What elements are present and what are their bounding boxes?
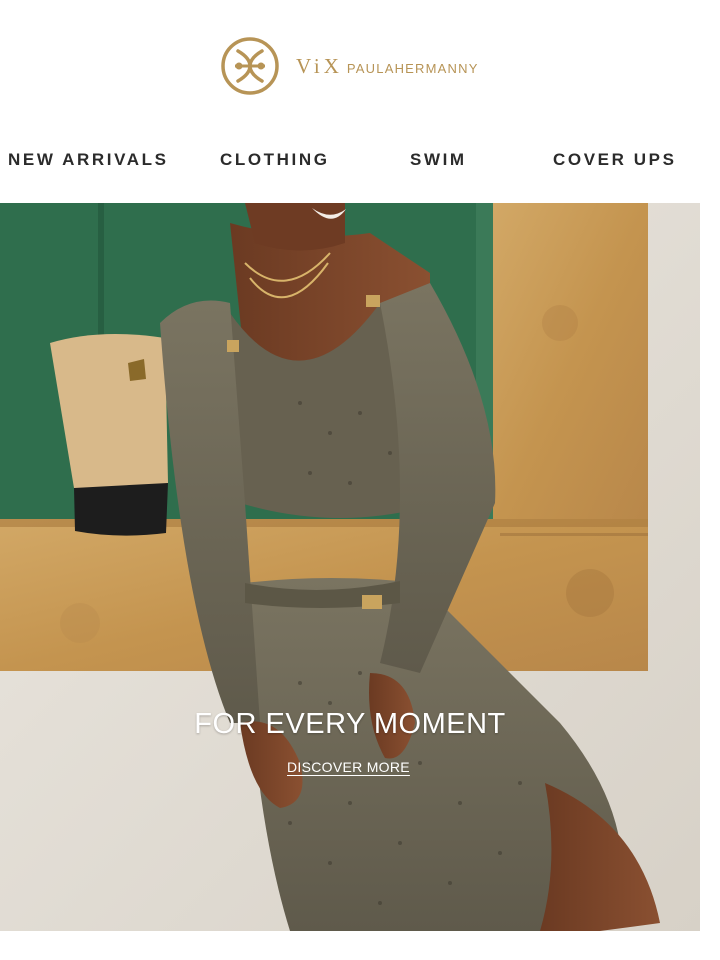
email-header: ViX PAULAHERMANNY NEW ARRIVALS CLOTHING … [0, 0, 720, 169]
brand-logo[interactable]: ViX PAULAHERMANNY [220, 36, 479, 96]
brand-name-vix: ViX [296, 53, 343, 78]
nav-cover-ups[interactable]: COVER UPS [553, 150, 677, 170]
main-nav: NEW ARRIVALS CLOTHING SWIM COVER UPS [0, 150, 720, 180]
discover-more-link[interactable]: DISCOVER MORE [287, 759, 410, 775]
nav-clothing[interactable]: CLOTHING [220, 150, 330, 170]
hero-headline: FOR EVERY MOMENT [194, 708, 506, 740]
nav-swim[interactable]: SWIM [410, 150, 467, 170]
nav-new-arrivals[interactable]: NEW ARRIVALS [8, 150, 169, 170]
hero-banner[interactable]: FOR EVERY MOMENT DISCOVER MORE [0, 203, 700, 931]
brand-name-paulahermanny: PAULAHERMANNY [346, 60, 479, 76]
hero-image [0, 203, 700, 931]
vix-monogram-icon [221, 37, 279, 95]
